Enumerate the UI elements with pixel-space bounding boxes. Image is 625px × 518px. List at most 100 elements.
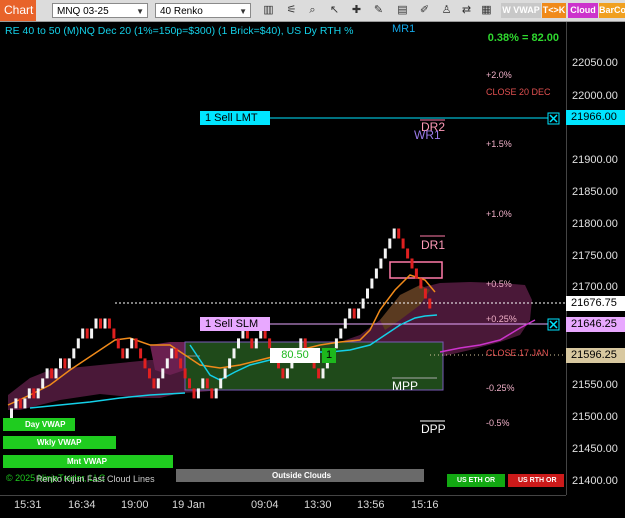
cloud-button[interactable]: Cloud — [568, 3, 598, 18]
bar-type-selector[interactable]: 40 Renko ▼ — [155, 3, 251, 18]
renko-brick-up — [45, 368, 49, 379]
renko-brick-up — [374, 268, 378, 279]
renko-brick-up — [59, 358, 62, 369]
renko-brick-down — [63, 358, 67, 369]
renko-brick-up — [90, 328, 94, 339]
time-tick: 15:16 — [411, 499, 439, 511]
renko-brick-up — [379, 258, 383, 269]
close-dec-label: CLOSE 20 DEC — [486, 87, 551, 97]
cancel-slm-icon[interactable] — [547, 318, 560, 331]
renko-brick-down — [179, 358, 183, 369]
bar-chart-icon[interactable]: ▥ — [262, 4, 275, 17]
price-tick: 22000.00 — [572, 90, 618, 102]
close-jan-label: CLOSE 17 JAN — [486, 348, 549, 358]
properties-icon[interactable]: ▤ — [396, 4, 409, 17]
sell-slm-price-tag: 21646.25 — [566, 317, 625, 332]
pct-minus025-label: -0.25% — [486, 383, 515, 393]
strategies-icon[interactable]: ♙ — [440, 4, 453, 17]
renko-brick-up — [72, 348, 76, 359]
renko-brick-down — [121, 348, 125, 359]
drawing-tools-icon[interactable]: ✐ — [418, 4, 431, 17]
renko-brick-down — [188, 378, 191, 389]
outside-clouds-legend: Outside Clouds — [176, 469, 424, 482]
us-rth-or-legend: US RTH OR — [508, 474, 564, 487]
chart-tab[interactable]: Chart — [0, 0, 36, 21]
renko-brick-up — [196, 388, 200, 399]
pct-plus10-label: +1.0% — [486, 209, 512, 219]
renko-brick-up — [165, 358, 169, 369]
crosshair-icon[interactable]: ✚ — [350, 4, 363, 17]
renko-brick-up — [361, 298, 365, 309]
renko-brick-up — [125, 348, 129, 359]
draw-icon[interactable]: ✎ — [372, 4, 385, 17]
renko-brick-up — [285, 368, 289, 379]
price-tick: 21550.00 — [572, 379, 618, 391]
mr1-label: MR1 — [392, 23, 416, 35]
renko-brick-up — [94, 318, 98, 329]
renko-brick-down — [410, 258, 414, 269]
price-tick: 21450.00 — [572, 443, 618, 455]
renko-brick-down — [174, 348, 178, 359]
renko-brick-down — [112, 328, 116, 339]
renko-brick-up — [41, 378, 45, 389]
wvwap-button[interactable]: W VWAP — [501, 3, 541, 18]
renko-brick-up — [81, 328, 85, 339]
trade-icon[interactable]: ⇄ — [460, 4, 473, 17]
time-tick: 09:04 — [251, 499, 279, 511]
wkly-vwap-legend: Wkly VWAP — [3, 436, 116, 449]
barco-button[interactable]: BarCo — [599, 3, 625, 18]
renko-brick-up — [130, 338, 134, 349]
renko-brick-up — [254, 338, 258, 349]
renko-brick-up — [366, 288, 369, 299]
renko-brick-up — [232, 348, 236, 359]
renko-brick-down — [192, 388, 196, 399]
renko-brick-up — [237, 338, 240, 349]
renko-brick-down — [148, 368, 151, 379]
zoom-icon[interactable]: ⌕ — [306, 4, 319, 17]
chart-toolbar: Chart MNQ 03-25 ▼ 40 Renko ▼ ▥ ⚟ ⌕ ↖ ✚ ✎… — [0, 0, 625, 22]
renko-legend: Renko Kijun Fast Cloud Lines — [36, 474, 155, 484]
renko-brick-down — [134, 338, 138, 349]
renko-brick-down — [50, 368, 54, 379]
pointer-icon[interactable]: ↖ — [328, 4, 341, 17]
renko-brick-up — [339, 328, 343, 339]
renko-brick-up — [357, 308, 361, 319]
time-tick: 19:00 — [121, 499, 149, 511]
renko-brick-down — [32, 388, 36, 399]
chart-plot-area[interactable] — [0, 22, 566, 495]
tk-button[interactable]: T<>K — [542, 3, 566, 18]
grid-icon[interactable]: ▦ — [480, 4, 493, 17]
renko-brick-up — [23, 398, 27, 409]
chevron-down-icon: ▼ — [136, 7, 144, 16]
renko-brick-up — [76, 338, 80, 349]
indicators-icon[interactable]: ⚟ — [285, 4, 298, 17]
renko-brick-down — [401, 238, 405, 249]
us-eth-or-legend: US ETH OR — [447, 474, 505, 487]
sell-slm-order[interactable]: 1 Sell SLM — [200, 317, 270, 331]
renko-brick-up — [370, 278, 374, 289]
pct-plus025-label: +0.25% — [486, 314, 517, 324]
day-vwap-legend: Day VWAP — [3, 418, 75, 431]
renko-brick-up — [54, 368, 58, 379]
renko-brick-up — [321, 368, 325, 379]
instrument-label: MNQ 03-25 — [57, 6, 109, 17]
renko-brick-up — [383, 248, 387, 259]
renko-brick-down — [414, 268, 418, 279]
renko-brick-up — [223, 368, 227, 379]
position-price: 80.50 — [281, 349, 309, 361]
renko-brick-down — [85, 328, 89, 339]
renko-brick-up — [67, 358, 71, 369]
renko-brick-down — [143, 358, 147, 369]
wr1-label: WR1 — [414, 128, 441, 142]
renko-brick-up — [156, 378, 160, 389]
renko-brick-up — [27, 388, 31, 399]
instrument-selector[interactable]: MNQ 03-25 ▼ — [52, 3, 148, 18]
renko-brick-up — [201, 378, 205, 389]
renko-brick-up — [36, 388, 40, 399]
sell-lmt-order[interactable]: 1 Sell LMT — [200, 111, 270, 125]
mnt-vwap-legend: Mnt VWAP — [3, 455, 173, 468]
dr1-label: DR1 — [421, 238, 446, 252]
renko-brick-down — [397, 228, 401, 239]
renko-brick-up — [219, 378, 223, 389]
cancel-lmt-icon[interactable] — [547, 112, 560, 125]
